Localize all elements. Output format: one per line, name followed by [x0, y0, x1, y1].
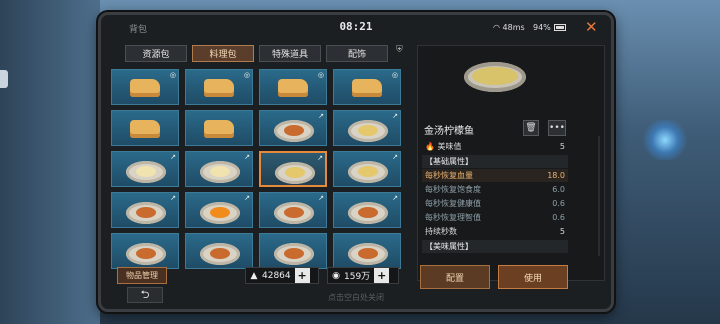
tab-resource[interactable]: 资源包	[125, 45, 187, 62]
inventory-slot[interactable]: ↗	[185, 192, 253, 228]
fillet-icon	[126, 161, 166, 183]
wifi-icon: ◠	[493, 23, 503, 32]
bread-icon	[352, 79, 382, 97]
dish-icon	[348, 243, 388, 265]
detail-scrollbar[interactable]	[598, 136, 600, 256]
orange-icon	[200, 202, 240, 224]
flavor-row: 🔥 美味值 5	[425, 142, 565, 151]
inventory-slot[interactable]	[185, 110, 253, 146]
stat-row: 持续秒数 5	[425, 227, 565, 236]
slot-tag: ↗	[392, 153, 398, 161]
fillet-icon	[200, 161, 240, 183]
shield-icon[interactable]: ⛨	[396, 45, 403, 55]
slot-tag: ↗	[392, 194, 398, 202]
inventory-slot[interactable]: ↗	[111, 192, 179, 228]
taste-attributes-header: 【美味属性】	[422, 240, 568, 253]
inventory-slot[interactable]: ↗	[185, 151, 253, 187]
inventory-slot[interactable]	[259, 233, 327, 269]
background-left	[0, 0, 100, 324]
soup-icon	[348, 161, 388, 183]
inventory-panel: 资源包 料理包 特殊道具 配饰 ⛨ ◎ ◎ ◎ ◎ ↗ ↗ ↗ ↗ ↗ ↗ ↗ ↗ ↗ ↗ 物品管理 ▲ …	[111, 45, 405, 284]
slot-tag: ◎	[169, 71, 176, 79]
dish-icon	[126, 243, 166, 265]
slot-tag: ↗	[318, 112, 324, 120]
inventory-slot[interactable]	[185, 233, 253, 269]
slot-tag: ↗	[317, 154, 323, 162]
coin-icon: ▲	[250, 270, 258, 281]
slot-tag: ◎	[391, 71, 398, 79]
close-icon[interactable]: ✕	[585, 18, 598, 36]
trash-icon[interactable]: 🗑	[523, 120, 539, 136]
slot-tag: ↗	[170, 194, 176, 202]
slot-tag: ◎	[317, 71, 324, 79]
bread-icon	[130, 120, 160, 138]
inventory-slot[interactable]: ↗	[111, 151, 179, 187]
stat-row: 每秒恢复血量 18.0	[422, 169, 568, 182]
inventory-slot[interactable]: ↗	[259, 110, 327, 146]
bread-icon	[130, 79, 160, 97]
fish-icon	[348, 120, 388, 142]
more-icon[interactable]: •••	[548, 120, 566, 136]
inventory-slot[interactable]: ↗	[259, 192, 327, 228]
dish-icon	[126, 202, 166, 224]
slot-tag: ↗	[244, 194, 250, 202]
inventory-slot[interactable]: ↗	[333, 110, 401, 146]
tab-special[interactable]: 特殊道具	[259, 45, 321, 62]
stat-row: 每秒恢复理智值 0.6	[425, 213, 565, 222]
side-tab[interactable]	[0, 70, 8, 88]
category-tabs: 资源包 料理包 特殊道具 配饰	[125, 45, 405, 62]
bread-icon	[278, 79, 308, 97]
item-manage-button[interactable]: 物品管理	[117, 267, 167, 284]
currency-gold: ◉ 159万 +	[327, 267, 399, 284]
tab-cooking[interactable]: 料理包	[192, 45, 254, 62]
close-hint: 点击空白处关闭	[328, 293, 384, 302]
inventory-slot[interactable]: ↗	[333, 192, 401, 228]
slot-tag: ↗	[318, 194, 324, 202]
slot-tag: ↗	[170, 153, 176, 161]
soup-bowl-image	[460, 50, 530, 98]
dish-icon	[274, 243, 314, 265]
dish-icon	[274, 202, 314, 224]
stat-row: 每秒恢复健康值 0.6	[425, 199, 565, 208]
battery-status: 94%	[533, 23, 566, 32]
item-name: 金汤柠檬鱼	[424, 126, 474, 137]
backpack-window: 背包 08:21 ◠ 48ms 94% ✕ 资源包 料理包 特殊道具 配饰 ⛨ …	[98, 12, 614, 312]
use-button[interactable]: 使用	[498, 265, 568, 289]
bread-icon	[204, 79, 234, 97]
config-button[interactable]: 配置	[420, 265, 490, 289]
wifi-status: ◠ 48ms	[493, 23, 525, 32]
inventory-slot[interactable]	[111, 110, 179, 146]
inventory-slot[interactable]: ↗	[259, 151, 327, 187]
tab-accessory[interactable]: 配饰	[326, 45, 388, 62]
soup-icon	[275, 162, 315, 184]
item-detail-panel: 金汤柠檬鱼 🗑 ••• 🔥 美味值 5 【基础属性】 每秒恢复血量 18.0 每秒…	[417, 45, 605, 289]
currency-coins: ▲ 42864 +	[245, 267, 319, 284]
inventory-slot[interactable]	[111, 233, 179, 269]
slot-tag: ↗	[244, 153, 250, 161]
dish-icon	[200, 243, 240, 265]
inventory-slot[interactable]: ◎	[259, 69, 327, 105]
inventory-slot[interactable]: ◎	[185, 69, 253, 105]
bread-icon	[204, 120, 234, 138]
butterfly-icon	[640, 120, 690, 160]
battery-icon	[553, 24, 566, 31]
flame-icon: 🔥	[425, 142, 435, 151]
inventory-slot[interactable]: ↗	[333, 151, 401, 187]
slot-tag: ◎	[243, 71, 250, 79]
stat-row: 每秒恢复饱食度 6.0	[425, 185, 565, 194]
dish-icon	[348, 202, 388, 224]
dish-icon	[274, 120, 314, 142]
slot-tag: ↗	[392, 112, 398, 120]
inventory-slot[interactable]: ◎	[111, 69, 179, 105]
gold-icon: ◉	[332, 270, 340, 281]
add-coins-button[interactable]: +	[294, 268, 310, 283]
inventory-slot[interactable]	[333, 233, 401, 269]
basic-attributes-header: 【基础属性】	[422, 155, 568, 168]
add-gold-button[interactable]: +	[374, 268, 390, 283]
item-grid: ◎ ◎ ◎ ◎ ↗ ↗ ↗ ↗ ↗ ↗ ↗ ↗ ↗ ↗	[111, 69, 405, 269]
inventory-slot[interactable]: ◎	[333, 69, 401, 105]
